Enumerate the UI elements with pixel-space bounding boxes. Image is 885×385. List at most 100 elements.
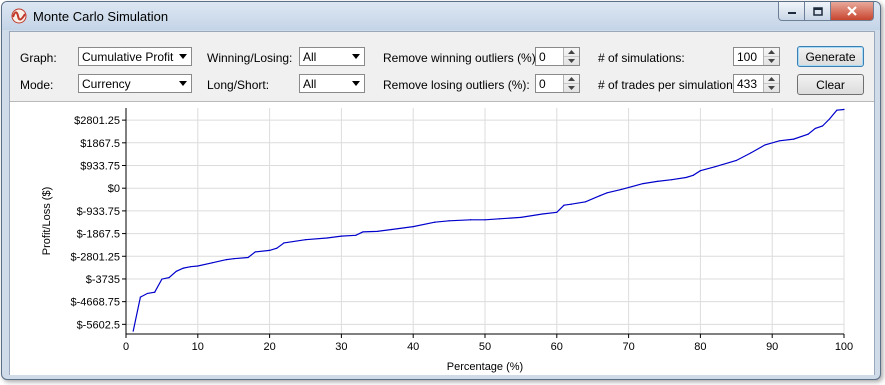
- data-point: [233, 258, 235, 260]
- app-logo-icon: [11, 8, 27, 24]
- chevron-down-icon: [348, 48, 364, 65]
- data-point: [843, 108, 845, 111]
- data-point: [520, 216, 522, 218]
- data-point: [699, 170, 702, 172]
- data-point: [470, 219, 472, 221]
- spin-down-button[interactable]: [764, 57, 779, 65]
- long-short-select[interactable]: All: [299, 74, 365, 93]
- y-tick-label: $-3735: [86, 274, 120, 286]
- maximize-icon: [812, 6, 823, 16]
- data-point: [304, 239, 307, 241]
- spin-up-button[interactable]: [764, 75, 779, 84]
- data-point: [606, 192, 608, 194]
- chevron-down-icon: [348, 75, 364, 92]
- data-point: [836, 109, 838, 111]
- close-button[interactable]: [831, 2, 874, 21]
- data-point: [283, 242, 285, 244]
- data-point: [814, 127, 816, 130]
- controls-panel: Graph: Cumulative Profit Mode: Currency …: [10, 32, 874, 100]
- profit-loss-chart[interactable]: 0 10 20 30 40 50 60 70 80 90 100 $2801.25 $1867.5 $93…: [10, 102, 874, 375]
- spin-up-button[interactable]: [564, 48, 579, 57]
- maximize-button[interactable]: [805, 2, 831, 21]
- minimize-button[interactable]: [778, 2, 805, 21]
- data-point: [642, 182, 644, 185]
- triangle-down-icon: [568, 86, 575, 90]
- minimize-icon: [787, 12, 796, 14]
- data-point: [247, 256, 249, 259]
- chevron-down-icon: [175, 75, 191, 92]
- triangle-up-icon: [768, 77, 775, 81]
- data-point: [807, 133, 809, 135]
- data-point: [211, 262, 213, 264]
- y-tick-label: $-1867.5: [77, 229, 120, 241]
- data-point: [182, 267, 185, 269]
- y-tick-label: $0: [108, 183, 120, 195]
- data-point: [541, 213, 544, 215]
- triangle-down-icon: [568, 59, 575, 63]
- data-point: [225, 259, 228, 261]
- remove-losing-spinner[interactable]: 0: [535, 74, 580, 93]
- data-point: [498, 218, 500, 220]
- graph-label: Graph:: [20, 51, 57, 65]
- data-point: [714, 166, 716, 168]
- chart-panel: 0 10 20 30 40 50 60 70 80 90 100 $2801.25 $1867.5 $93…: [10, 101, 874, 375]
- data-point: [570, 203, 572, 205]
- data-point: [778, 140, 780, 142]
- long-short-value: All: [303, 77, 317, 91]
- close-icon: [847, 6, 857, 16]
- y-tick-label: $-5602.5: [77, 319, 120, 331]
- spin-up-button[interactable]: [564, 75, 579, 84]
- remove-losing-label: Remove losing outliers (%):: [383, 78, 530, 92]
- triangle-up-icon: [568, 77, 575, 81]
- x-tick-label: 40: [407, 341, 419, 353]
- data-point: [448, 220, 450, 222]
- data-point: [175, 270, 177, 272]
- x-tick-label: 10: [192, 341, 204, 353]
- remove-winning-spinner[interactable]: 0: [535, 47, 580, 66]
- graph-select[interactable]: Cumulative Profit: [78, 47, 192, 66]
- winning-losing-select[interactable]: All: [299, 47, 365, 66]
- mode-label: Mode:: [20, 78, 54, 92]
- y-tick-label: $-4668.75: [70, 297, 120, 309]
- x-tick-label: 90: [766, 341, 778, 353]
- data-point: [434, 221, 436, 223]
- mode-select[interactable]: Currency: [78, 74, 192, 93]
- data-point: [154, 291, 156, 293]
- data-point: [355, 234, 357, 236]
- num-simulations-spinner[interactable]: 100: [733, 47, 780, 66]
- client-area: Graph: Cumulative Profit Mode: Currency …: [9, 31, 875, 375]
- triangle-down-icon: [768, 86, 775, 90]
- data-point: [340, 235, 342, 237]
- remove-winning-value: 0: [539, 50, 546, 64]
- x-tick-label: 50: [479, 341, 491, 353]
- data-point: [362, 231, 364, 233]
- data-point: [685, 176, 687, 179]
- remove-winning-label: Remove winning outliers (%):: [383, 51, 540, 65]
- trades-per-sim-spinner[interactable]: 433: [733, 74, 780, 93]
- main-window: Monte Carlo Simulation Graph: Cumulative…: [1, 1, 881, 380]
- spin-down-button[interactable]: [564, 57, 579, 65]
- spin-down-button[interactable]: [764, 84, 779, 92]
- x-axis-label: Percentage (%): [447, 361, 523, 373]
- y-tick-label: $-2801.25: [70, 251, 120, 263]
- data-point: [161, 278, 163, 280]
- data-point: [326, 237, 328, 239]
- x-tick-label: 30: [335, 341, 347, 353]
- data-point: [254, 251, 256, 253]
- data-point: [197, 265, 199, 267]
- graph-select-value: Cumulative Profit: [82, 50, 174, 64]
- triangle-down-icon: [768, 59, 775, 63]
- num-simulations-label: # of simulations:: [598, 51, 685, 65]
- spin-up-button[interactable]: [764, 48, 779, 57]
- generate-button[interactable]: Generate: [797, 46, 864, 67]
- data-point: [692, 174, 694, 176]
- data-point: [821, 125, 824, 127]
- triangle-up-icon: [768, 50, 775, 54]
- data-point: [139, 296, 141, 298]
- clear-button[interactable]: Clear: [797, 74, 864, 95]
- title-bar[interactable]: Monte Carlo Simulation: [2, 2, 880, 30]
- spin-down-button[interactable]: [564, 84, 579, 92]
- y-tick-label: $2801.25: [74, 115, 120, 127]
- trades-per-sim-value: 433: [737, 77, 758, 91]
- data-point: [132, 330, 134, 332]
